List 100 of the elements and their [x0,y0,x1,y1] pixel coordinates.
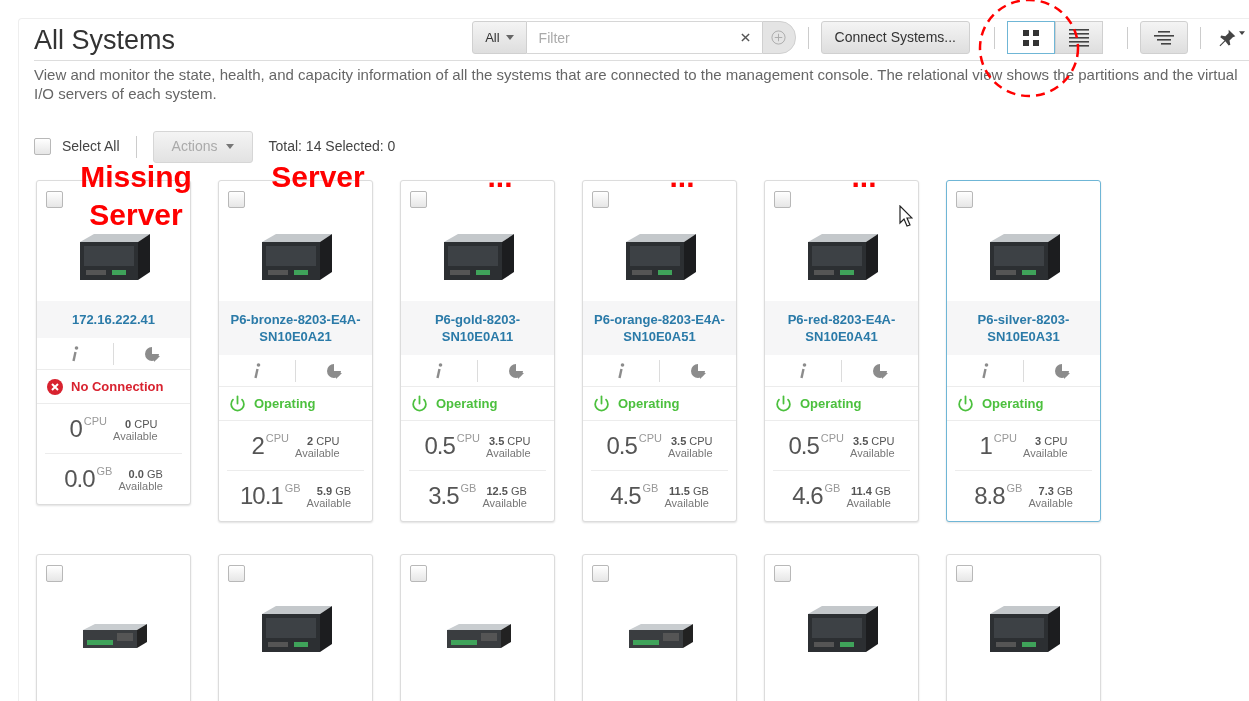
status-label: Operating [618,394,680,413]
cpu-unit: CPU [265,431,290,444]
system-card[interactable] [218,554,373,701]
layout-button[interactable] [1140,21,1188,54]
checkbox[interactable] [410,565,427,582]
cpu-used-value: 0.5 [788,431,819,460]
clear-icon[interactable] [740,33,750,42]
checkbox[interactable] [228,191,245,208]
memory-used-value: 3.5 [428,482,459,510]
cpu-unit: CPU [83,414,108,427]
memory-available-value: 0.0 GB [128,468,163,480]
checkbox[interactable] [34,138,51,155]
memory-used-value: 8.8 [974,482,1005,510]
pointer-icon [899,205,913,227]
memory-available-label: Available [482,497,527,509]
info-icon[interactable] [799,362,807,379]
caret-icon [505,35,514,40]
page-title: All Systems [34,24,176,56]
connect-systems-button[interactable]: Connect Systems... [820,21,970,54]
power-icon [775,395,792,412]
grid-view-icon [1022,28,1040,47]
cpu-unit: CPU [456,431,481,444]
caret-icon [225,144,234,149]
cpu-used-value: 0 [69,414,82,443]
status-label: Operating [254,394,316,413]
cpu-used-value: 0.5 [606,431,637,460]
annotation-label: ... [486,159,514,195]
info-icon[interactable] [981,362,989,379]
status-label: Operating [800,394,862,413]
system-card[interactable] [400,554,555,701]
annotation-label: Server [270,159,366,195]
selection-summary: Total: 14 Selected: 0 [268,137,396,156]
annotation-label: ... [850,159,878,195]
memory-available-label: Available [846,497,891,509]
caret-icon [1239,30,1245,35]
select-all-label[interactable]: Select All [62,136,120,157]
checkbox[interactable] [410,191,427,208]
annotation-label: ... [668,159,696,195]
memory-unit: GB [1006,482,1023,494]
info-icon[interactable] [71,345,79,362]
list-view-icon [1069,28,1089,47]
memory-used-value: 4.6 [792,482,823,510]
checkbox[interactable] [774,565,791,582]
cpu-available-value: 3.5 CPU [488,434,531,447]
cpu-available-label: Available [1023,446,1068,459]
cpu-unit: CPU [638,431,663,444]
cpu-available-value: 3 CPU [1035,434,1068,447]
memory-unit: GB [824,482,841,494]
memory-available-label: Available [118,480,163,492]
plus-circle-icon [771,30,787,45]
checkbox[interactable] [956,191,973,208]
scope-dropdown[interactable]: All [472,21,527,54]
memory-unit: GB [284,482,301,494]
checkbox[interactable] [592,565,609,582]
cpu-used-value: 0.5 [424,431,455,460]
checkbox[interactable] [46,191,63,208]
cpu-available-label: Available [113,429,158,442]
cpu-available-value: 3.5 CPU [670,434,713,447]
checkbox[interactable] [228,565,245,582]
pie-chart-icon[interactable] [508,362,524,379]
info-icon[interactable] [435,362,443,379]
pie-chart-icon[interactable] [326,362,342,379]
status-label: Operating [982,394,1044,413]
filter-field[interactable]: Filter [526,21,762,54]
pie-chart-icon[interactable] [690,362,706,379]
cpu-available-label: Available [668,446,713,459]
system-card[interactable] [764,554,919,701]
pie-chart-icon[interactable] [1054,362,1070,379]
system-card[interactable] [582,554,737,701]
memory-available-label: Available [306,497,352,509]
checkbox[interactable] [46,565,63,582]
memory-available-value: 12.5 GB [486,485,527,497]
memory-unit: GB [460,482,477,494]
power-icon [229,395,246,412]
cpu-unit: CPU [820,431,845,444]
page-description: View and monitor the state, health, and capacity information of all the systems that are connected to the management console. The relational view shows the partitions and the virtual I/O servers of each system. [34,65,1239,103]
cpu-available-label: Available [486,446,531,459]
pin-icon [1217,27,1237,48]
list-view-button[interactable] [1055,21,1103,54]
pie-chart-icon[interactable] [872,362,888,379]
info-icon[interactable] [617,362,625,379]
memory-available-value: 11.5 GB [669,485,709,497]
checkbox[interactable] [592,191,609,208]
status-label: No Connection [71,377,164,396]
memory-available-value: 7.3 GB [1038,485,1073,497]
add-filter-button[interactable] [761,21,796,54]
checkbox[interactable] [956,565,973,582]
power-icon [593,395,610,412]
power-icon [411,395,428,412]
info-icon[interactable] [253,362,261,379]
align-center-icon [1154,29,1174,46]
grid-view-button[interactable] [1007,21,1055,54]
system-card[interactable] [946,554,1101,701]
memory-unit: GB [96,465,113,477]
pie-chart-icon[interactable] [144,345,160,362]
checkbox[interactable] [774,191,791,208]
system-card[interactable] [36,554,191,701]
memory-available-value: 5.9 GB [316,485,352,497]
cpu-used-value: 1 [979,431,992,460]
memory-unit: GB [642,482,659,494]
